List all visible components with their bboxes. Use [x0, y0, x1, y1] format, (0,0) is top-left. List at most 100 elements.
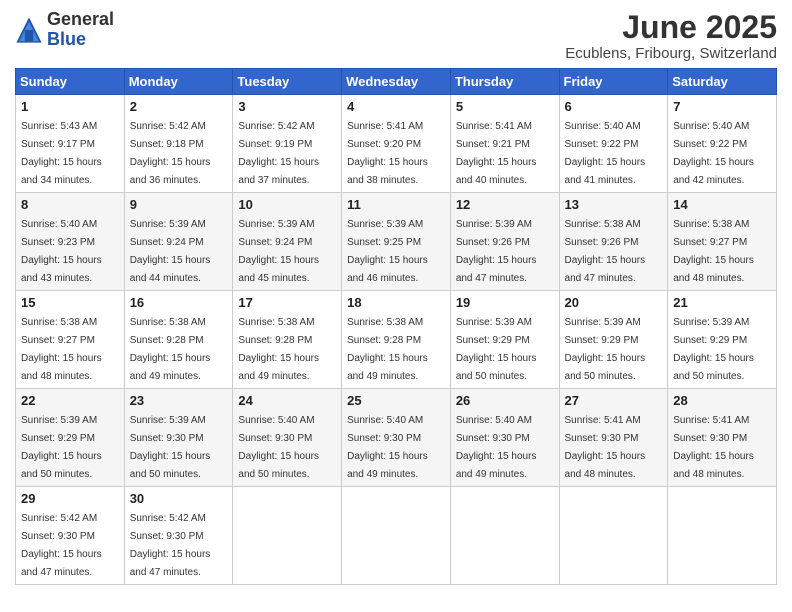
- day-info: Sunrise: 5:42 AMSunset: 9:30 PMDaylight:…: [130, 513, 211, 578]
- day-info: Sunrise: 5:39 AMSunset: 9:24 PMDaylight:…: [130, 219, 211, 284]
- table-row: 5 Sunrise: 5:41 AMSunset: 9:21 PMDayligh…: [450, 95, 559, 193]
- day-number: 7: [673, 99, 771, 114]
- logo-general-text: General: [47, 10, 114, 30]
- day-number: 22: [21, 393, 119, 408]
- table-row: 15 Sunrise: 5:38 AMSunset: 9:27 PMDaylig…: [16, 291, 125, 389]
- day-number: 4: [347, 99, 445, 114]
- day-number: 28: [673, 393, 771, 408]
- table-row: 11 Sunrise: 5:39 AMSunset: 9:25 PMDaylig…: [342, 193, 451, 291]
- table-row: 26 Sunrise: 5:40 AMSunset: 9:30 PMDaylig…: [450, 389, 559, 487]
- day-info: Sunrise: 5:39 AMSunset: 9:25 PMDaylight:…: [347, 219, 428, 284]
- calendar-table: Sunday Monday Tuesday Wednesday Thursday…: [15, 68, 777, 585]
- day-number: 23: [130, 393, 228, 408]
- day-number: 3: [238, 99, 336, 114]
- day-info: Sunrise: 5:40 AMSunset: 9:23 PMDaylight:…: [21, 219, 102, 284]
- table-row: 24 Sunrise: 5:40 AMSunset: 9:30 PMDaylig…: [233, 389, 342, 487]
- table-row: 18 Sunrise: 5:38 AMSunset: 9:28 PMDaylig…: [342, 291, 451, 389]
- day-info: Sunrise: 5:38 AMSunset: 9:28 PMDaylight:…: [238, 317, 319, 382]
- day-info: Sunrise: 5:41 AMSunset: 9:21 PMDaylight:…: [456, 121, 537, 186]
- table-row: 28 Sunrise: 5:41 AMSunset: 9:30 PMDaylig…: [668, 389, 777, 487]
- title-area: June 2025 Ecublens, Fribourg, Switzerlan…: [565, 10, 777, 62]
- day-number: 5: [456, 99, 554, 114]
- day-number: 20: [565, 295, 663, 310]
- day-number: 27: [565, 393, 663, 408]
- calendar-week-row: 1 Sunrise: 5:43 AMSunset: 9:17 PMDayligh…: [16, 95, 777, 193]
- day-info: Sunrise: 5:39 AMSunset: 9:29 PMDaylight:…: [21, 415, 102, 480]
- day-info: Sunrise: 5:40 AMSunset: 9:22 PMDaylight:…: [673, 121, 754, 186]
- day-info: Sunrise: 5:38 AMSunset: 9:28 PMDaylight:…: [347, 317, 428, 382]
- day-info: Sunrise: 5:39 AMSunset: 9:30 PMDaylight:…: [130, 415, 211, 480]
- table-row: [233, 487, 342, 585]
- header: General Blue June 2025 Ecublens, Fribour…: [15, 10, 777, 62]
- day-number: 1: [21, 99, 119, 114]
- day-number: 12: [456, 197, 554, 212]
- table-row: 10 Sunrise: 5:39 AMSunset: 9:24 PMDaylig…: [233, 193, 342, 291]
- day-info: Sunrise: 5:39 AMSunset: 9:29 PMDaylight:…: [565, 317, 646, 382]
- table-row: 17 Sunrise: 5:38 AMSunset: 9:28 PMDaylig…: [233, 291, 342, 389]
- table-row: 13 Sunrise: 5:38 AMSunset: 9:26 PMDaylig…: [559, 193, 668, 291]
- table-row: 7 Sunrise: 5:40 AMSunset: 9:22 PMDayligh…: [668, 95, 777, 193]
- table-row: 27 Sunrise: 5:41 AMSunset: 9:30 PMDaylig…: [559, 389, 668, 487]
- table-row: 1 Sunrise: 5:43 AMSunset: 9:17 PMDayligh…: [16, 95, 125, 193]
- table-row: 6 Sunrise: 5:40 AMSunset: 9:22 PMDayligh…: [559, 95, 668, 193]
- day-number: 13: [565, 197, 663, 212]
- day-info: Sunrise: 5:38 AMSunset: 9:27 PMDaylight:…: [673, 219, 754, 284]
- day-info: Sunrise: 5:41 AMSunset: 9:20 PMDaylight:…: [347, 121, 428, 186]
- day-info: Sunrise: 5:43 AMSunset: 9:17 PMDaylight:…: [21, 121, 102, 186]
- calendar-week-row: 15 Sunrise: 5:38 AMSunset: 9:27 PMDaylig…: [16, 291, 777, 389]
- table-row: 23 Sunrise: 5:39 AMSunset: 9:30 PMDaylig…: [124, 389, 233, 487]
- table-row: 22 Sunrise: 5:39 AMSunset: 9:29 PMDaylig…: [16, 389, 125, 487]
- logo-icon: [15, 16, 43, 44]
- day-info: Sunrise: 5:42 AMSunset: 9:19 PMDaylight:…: [238, 121, 319, 186]
- table-row: 12 Sunrise: 5:39 AMSunset: 9:26 PMDaylig…: [450, 193, 559, 291]
- day-info: Sunrise: 5:41 AMSunset: 9:30 PMDaylight:…: [565, 415, 646, 480]
- day-info: Sunrise: 5:41 AMSunset: 9:30 PMDaylight:…: [673, 415, 754, 480]
- day-info: Sunrise: 5:39 AMSunset: 9:26 PMDaylight:…: [456, 219, 537, 284]
- day-number: 24: [238, 393, 336, 408]
- day-number: 8: [21, 197, 119, 212]
- day-number: 19: [456, 295, 554, 310]
- day-info: Sunrise: 5:39 AMSunset: 9:29 PMDaylight:…: [456, 317, 537, 382]
- day-info: Sunrise: 5:38 AMSunset: 9:28 PMDaylight:…: [130, 317, 211, 382]
- table-row: 14 Sunrise: 5:38 AMSunset: 9:27 PMDaylig…: [668, 193, 777, 291]
- day-info: Sunrise: 5:39 AMSunset: 9:29 PMDaylight:…: [673, 317, 754, 382]
- day-number: 10: [238, 197, 336, 212]
- page: General Blue June 2025 Ecublens, Fribour…: [0, 0, 792, 600]
- table-row: 21 Sunrise: 5:39 AMSunset: 9:29 PMDaylig…: [668, 291, 777, 389]
- table-row: [668, 487, 777, 585]
- table-row: 25 Sunrise: 5:40 AMSunset: 9:30 PMDaylig…: [342, 389, 451, 487]
- table-row: 9 Sunrise: 5:39 AMSunset: 9:24 PMDayligh…: [124, 193, 233, 291]
- day-number: 18: [347, 295, 445, 310]
- col-saturday: Saturday: [668, 69, 777, 95]
- day-info: Sunrise: 5:40 AMSunset: 9:30 PMDaylight:…: [347, 415, 428, 480]
- col-sunday: Sunday: [16, 69, 125, 95]
- table-row: 3 Sunrise: 5:42 AMSunset: 9:19 PMDayligh…: [233, 95, 342, 193]
- table-row: 8 Sunrise: 5:40 AMSunset: 9:23 PMDayligh…: [16, 193, 125, 291]
- day-number: 2: [130, 99, 228, 114]
- calendar-week-row: 29 Sunrise: 5:42 AMSunset: 9:30 PMDaylig…: [16, 487, 777, 585]
- logo: General Blue: [15, 10, 114, 50]
- table-row: 16 Sunrise: 5:38 AMSunset: 9:28 PMDaylig…: [124, 291, 233, 389]
- month-title: June 2025: [565, 10, 777, 45]
- table-row: 2 Sunrise: 5:42 AMSunset: 9:18 PMDayligh…: [124, 95, 233, 193]
- day-number: 26: [456, 393, 554, 408]
- day-info: Sunrise: 5:40 AMSunset: 9:22 PMDaylight:…: [565, 121, 646, 186]
- day-number: 14: [673, 197, 771, 212]
- col-wednesday: Wednesday: [342, 69, 451, 95]
- calendar-week-row: 22 Sunrise: 5:39 AMSunset: 9:29 PMDaylig…: [16, 389, 777, 487]
- logo-blue-text: Blue: [47, 30, 114, 50]
- day-info: Sunrise: 5:39 AMSunset: 9:24 PMDaylight:…: [238, 219, 319, 284]
- day-number: 30: [130, 491, 228, 506]
- day-number: 29: [21, 491, 119, 506]
- table-row: 20 Sunrise: 5:39 AMSunset: 9:29 PMDaylig…: [559, 291, 668, 389]
- day-number: 11: [347, 197, 445, 212]
- calendar-header-row: Sunday Monday Tuesday Wednesday Thursday…: [16, 69, 777, 95]
- table-row: [342, 487, 451, 585]
- table-row: 30 Sunrise: 5:42 AMSunset: 9:30 PMDaylig…: [124, 487, 233, 585]
- table-row: [559, 487, 668, 585]
- day-info: Sunrise: 5:38 AMSunset: 9:26 PMDaylight:…: [565, 219, 646, 284]
- table-row: 4 Sunrise: 5:41 AMSunset: 9:20 PMDayligh…: [342, 95, 451, 193]
- table-row: 29 Sunrise: 5:42 AMSunset: 9:30 PMDaylig…: [16, 487, 125, 585]
- day-info: Sunrise: 5:42 AMSunset: 9:18 PMDaylight:…: [130, 121, 211, 186]
- location-title: Ecublens, Fribourg, Switzerland: [565, 45, 777, 62]
